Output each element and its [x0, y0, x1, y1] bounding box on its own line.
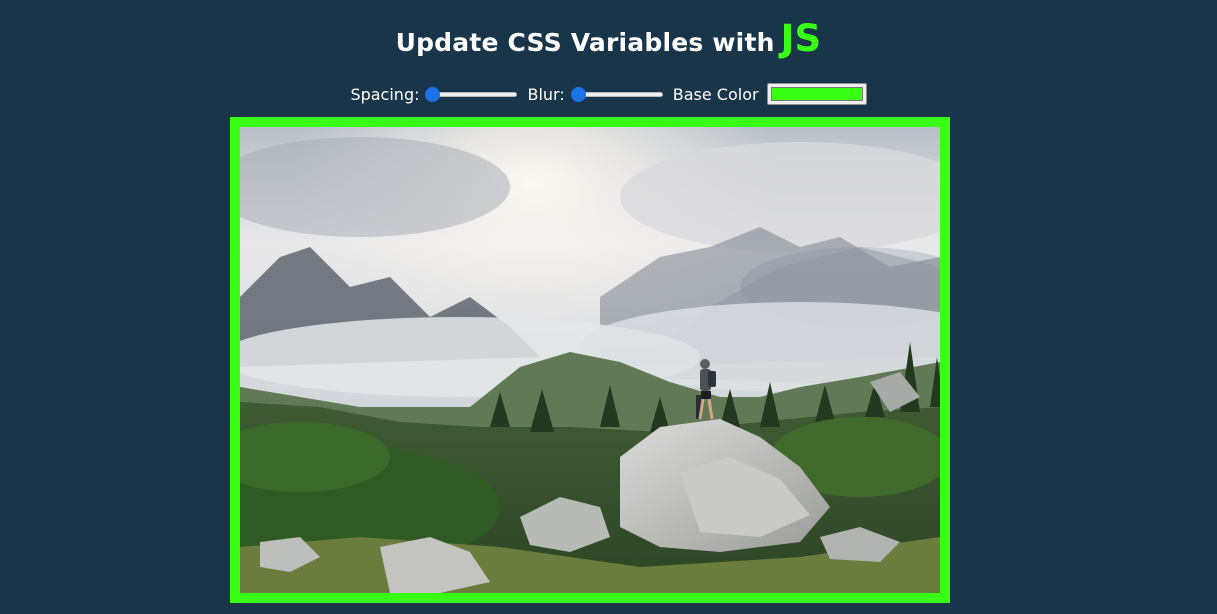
base-color-label: Base Color — [672, 84, 759, 104]
slider-track — [572, 92, 663, 97]
spacing-control: Spacing: — [350, 85, 527, 104]
image-frame — [230, 117, 950, 603]
blur-label: Blur: — [527, 84, 565, 104]
page-title: Update CSS Variables with JS — [0, 14, 1217, 68]
title-highlight: JS — [780, 17, 822, 60]
title-prefix: Update CSS Variables with — [395, 28, 775, 57]
blur-control: Blur: — [527, 85, 672, 104]
spacing-label: Spacing: — [350, 84, 420, 104]
slider-thumb[interactable] — [425, 87, 441, 102]
landscape-photo — [240, 127, 940, 593]
base-color-picker[interactable] — [766, 83, 867, 105]
base-color-control: Base Color — [673, 83, 867, 105]
blur-slider[interactable] — [570, 86, 665, 102]
color-swatch — [770, 87, 863, 101]
controls-bar: Spacing: Blur: Base Color — [0, 80, 1217, 108]
slider-track — [427, 92, 518, 97]
slider-thumb[interactable] — [570, 87, 586, 102]
spacing-slider[interactable] — [425, 86, 519, 102]
page: Update CSS Variables with JS Spacing: Blu… — [0, 0, 1217, 614]
